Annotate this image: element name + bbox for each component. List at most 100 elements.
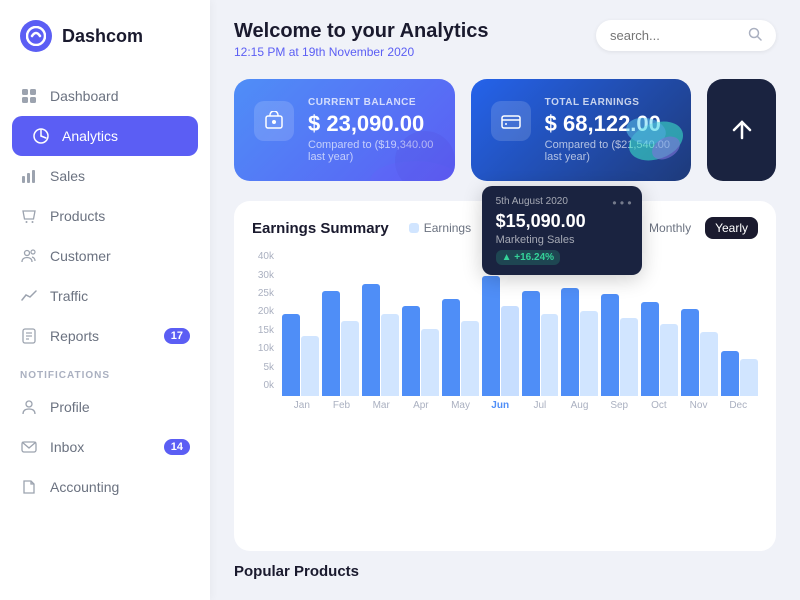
- bar-group-jun: • • • 5th August 2020 $15,090.00 Marketi…: [482, 276, 519, 396]
- x-label-feb: Feb: [322, 400, 362, 411]
- bar-group-oct: [641, 302, 678, 397]
- sidebar-item-dashboard[interactable]: Dashboard: [0, 76, 210, 116]
- earnings-dot: [409, 223, 419, 233]
- sidebar-item-products[interactable]: Products: [0, 196, 210, 236]
- tooltip-amount: $15,090.00: [496, 211, 628, 232]
- cards-row: CURRENT BALANCE $ 23,090.00 Compared to …: [234, 79, 776, 181]
- bar-earnings-may[interactable]: [442, 299, 460, 397]
- bar-payments-mar[interactable]: [381, 314, 399, 397]
- x-label-mar: Mar: [361, 400, 401, 411]
- traffic-label: Traffic: [50, 288, 88, 304]
- sidebar-item-profile[interactable]: Profile: [0, 387, 210, 427]
- x-labels: JanFebMarAprMayJunJulAugSepOctNovDec: [282, 400, 758, 411]
- sidebar-item-customer[interactable]: Customer: [0, 236, 210, 276]
- dashboard-icon: [20, 87, 38, 105]
- bar-earnings-aug[interactable]: [561, 288, 579, 396]
- popular-products-title: Popular Products: [234, 563, 776, 580]
- bar-group-nov: [681, 309, 718, 396]
- bar-payments-aug[interactable]: [580, 311, 598, 397]
- bars-wrapper: • • • 5th August 2020 $15,090.00 Marketi…: [282, 251, 758, 396]
- bar-earnings-dec[interactable]: [721, 351, 739, 396]
- y-label-25k: 25k: [252, 288, 274, 299]
- chart-section: Earnings Summary Earnings Payments Daily…: [234, 201, 776, 551]
- bar-payments-nov[interactable]: [700, 332, 718, 397]
- bar-earnings-jun[interactable]: [482, 276, 500, 396]
- bar-group-may: [442, 299, 479, 397]
- y-label-30k: 30k: [252, 270, 274, 281]
- x-label-apr: Apr: [401, 400, 441, 411]
- total-earnings-icon: [491, 101, 531, 141]
- customer-icon: [20, 247, 38, 265]
- search-input[interactable]: [610, 28, 740, 43]
- bar-earnings-jul[interactable]: [522, 291, 540, 396]
- bar-payments-dec[interactable]: [740, 359, 758, 397]
- bar-earnings-sep[interactable]: [601, 294, 619, 396]
- analytics-label: Analytics: [62, 128, 118, 144]
- sidebar-item-accounting[interactable]: Accounting: [0, 467, 210, 507]
- bar-earnings-jan[interactable]: [282, 314, 300, 397]
- bar-earnings-oct[interactable]: [641, 302, 659, 397]
- bar-payments-feb[interactable]: [341, 321, 359, 396]
- search-bar[interactable]: [596, 20, 776, 51]
- bar-earnings-apr[interactable]: [402, 306, 420, 396]
- logo-area: Dashcom: [0, 20, 210, 76]
- bar-group-aug: [561, 288, 598, 396]
- bar-payments-jun[interactable]: [501, 306, 519, 396]
- x-label-aug: Aug: [560, 400, 600, 411]
- legend-earnings: Earnings: [409, 221, 471, 235]
- x-label-jan: Jan: [282, 400, 322, 411]
- header-subtitle: 12:15 PM at 19th November 2020: [234, 45, 489, 59]
- traffic-icon: [20, 287, 38, 305]
- reports-icon: [20, 327, 38, 345]
- sales-icon: [20, 167, 38, 185]
- bar-payments-jan[interactable]: [301, 336, 319, 396]
- main-content: Welcome to your Analytics 12:15 PM at 19…: [210, 0, 800, 600]
- yearly-btn[interactable]: Yearly: [705, 217, 758, 239]
- bar-earnings-feb[interactable]: [322, 291, 340, 396]
- monthly-btn[interactable]: Monthly: [639, 217, 701, 239]
- tooltip-date: 5th August 2020: [496, 196, 628, 207]
- header-text: Welcome to your Analytics 12:15 PM at 19…: [234, 20, 489, 59]
- products-icon: [20, 207, 38, 225]
- bar-chart: 40k 30k 25k 20k 15k 10k 5k 0k • • • 5th …: [252, 251, 758, 411]
- page-title: Welcome to your Analytics: [234, 20, 489, 43]
- bar-group-jan: [282, 314, 319, 397]
- x-label-may: May: [441, 400, 481, 411]
- current-balance-icon: [254, 101, 294, 141]
- sales-label: Sales: [50, 168, 85, 184]
- y-label-0k: 0k: [252, 380, 274, 391]
- y-axis: 40k 30k 25k 20k 15k 10k 5k 0k: [252, 251, 282, 411]
- customer-label: Customer: [50, 248, 111, 264]
- y-label-10k: 10k: [252, 343, 274, 354]
- x-label-sep: Sep: [599, 400, 639, 411]
- accounting-label: Accounting: [50, 479, 119, 495]
- bar-payments-jul[interactable]: [541, 314, 559, 397]
- third-card: [707, 79, 776, 181]
- current-balance-card: CURRENT BALANCE $ 23,090.00 Compared to …: [234, 79, 455, 181]
- sidebar-item-sales[interactable]: Sales: [0, 156, 210, 196]
- tooltip-change: ▲ +16.24%: [496, 250, 560, 265]
- sidebar-item-traffic[interactable]: Traffic: [0, 276, 210, 316]
- total-earnings-card: TOTAL EARNINGS $ 68,122.00 Compared to (…: [471, 79, 692, 181]
- x-label-dec: Dec: [718, 400, 758, 411]
- sidebar: Dashcom Dashboard Analytics: [0, 0, 210, 600]
- bars-area: • • • 5th August 2020 $15,090.00 Marketi…: [282, 251, 758, 411]
- bar-earnings-nov[interactable]: [681, 309, 699, 396]
- tooltip-dots: • • •: [612, 196, 631, 210]
- bar-payments-may[interactable]: [461, 321, 479, 396]
- bar-group-dec: [721, 351, 758, 396]
- sidebar-item-inbox[interactable]: Inbox 14: [0, 427, 210, 467]
- profile-icon: [20, 398, 38, 416]
- logo-icon: [20, 20, 52, 52]
- bar-payments-apr[interactable]: [421, 329, 439, 397]
- bar-payments-oct[interactable]: [660, 324, 678, 396]
- sidebar-item-reports[interactable]: Reports 17: [0, 316, 210, 356]
- notifications-section-label: NOTIFICATIONS: [0, 356, 210, 387]
- reports-badge: 17: [164, 328, 190, 344]
- sidebar-item-analytics[interactable]: Analytics: [12, 116, 198, 156]
- bar-earnings-mar[interactable]: [362, 284, 380, 397]
- accounting-icon: [20, 478, 38, 496]
- bar-group-apr: [402, 306, 439, 396]
- bar-payments-sep[interactable]: [620, 318, 638, 396]
- x-label-jun: Jun: [480, 400, 520, 411]
